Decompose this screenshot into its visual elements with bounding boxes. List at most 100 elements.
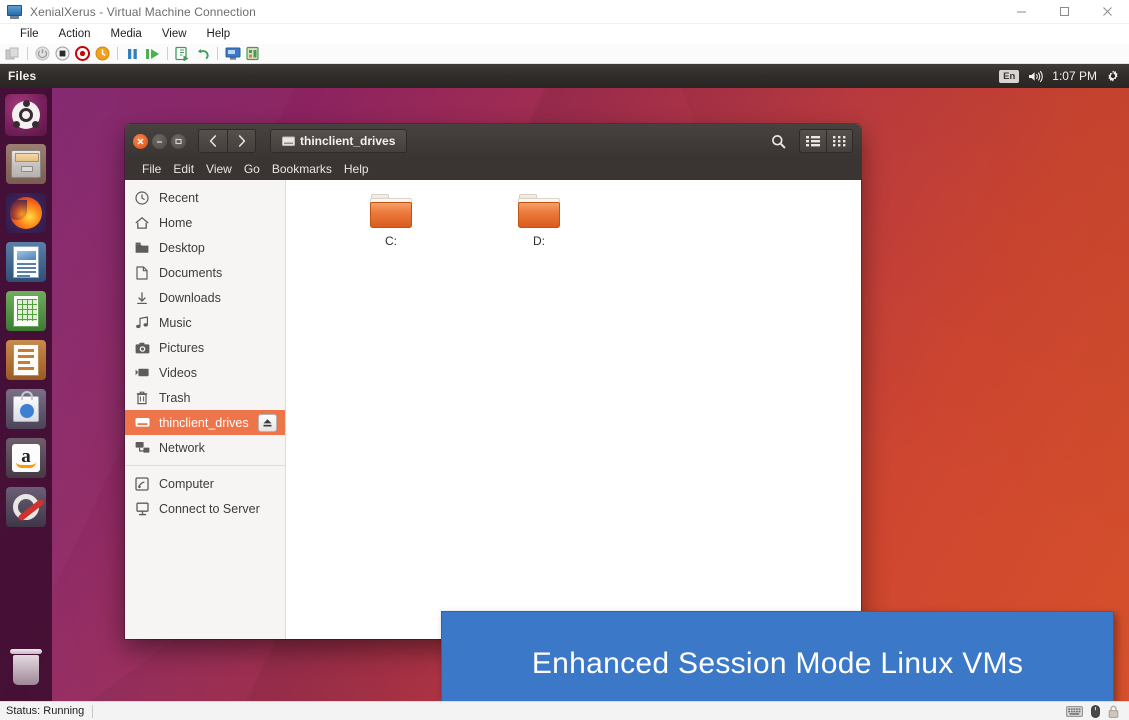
close-button[interactable] xyxy=(1086,0,1129,24)
trash-icon xyxy=(134,390,150,406)
nautilus-sidebar: Recent Home Desktop xyxy=(125,180,286,639)
clock-indicator[interactable]: 1:07 PM xyxy=(1052,69,1097,83)
enhanced-session-button[interactable] xyxy=(223,45,242,63)
start-button[interactable] xyxy=(33,45,52,63)
mouse-icon xyxy=(1091,705,1100,718)
lock-icon xyxy=(1108,705,1119,718)
sidebar-item-music[interactable]: Music xyxy=(125,310,285,335)
sidebar-item-label: Connect to Server xyxy=(159,502,260,516)
vm-menu-view[interactable]: View xyxy=(152,24,197,44)
session-gear-icon[interactable] xyxy=(1106,69,1120,83)
video-camera-icon xyxy=(134,365,150,381)
resume-button[interactable] xyxy=(143,45,162,63)
music-note-icon xyxy=(134,315,150,331)
vm-menu-media[interactable]: Media xyxy=(101,24,152,44)
sidebar-item-label: thinclient_drives xyxy=(159,416,249,430)
sidebar-item-desktop[interactable]: Desktop xyxy=(125,235,285,260)
checkpoint-button[interactable] xyxy=(173,45,192,63)
document-icon xyxy=(134,265,150,281)
network-icon xyxy=(134,440,150,456)
sidebar-item-documents[interactable]: Documents xyxy=(125,260,285,285)
sidebar-divider xyxy=(125,465,285,466)
ubuntu-dash-icon xyxy=(5,94,47,136)
sidebar-item-downloads[interactable]: Downloads xyxy=(125,285,285,310)
sidebar-item-label: Home xyxy=(159,216,192,230)
launcher-item-calc[interactable] xyxy=(5,290,47,332)
file-item-label: D: xyxy=(533,234,545,248)
desktop-folder-icon xyxy=(134,240,150,256)
revert-button[interactable] xyxy=(193,45,212,63)
launcher-item-dash[interactable] xyxy=(5,94,47,136)
nautilus-menubar: File Edit View Go Bookmarks Help xyxy=(125,158,861,180)
sidebar-item-recent[interactable]: Recent xyxy=(125,185,285,210)
grid-view-button[interactable] xyxy=(826,129,853,153)
maximize-button[interactable] xyxy=(1043,0,1086,24)
launcher-item-amazon[interactable]: a xyxy=(5,437,47,479)
launcher-item-writer[interactable] xyxy=(5,241,47,283)
pause-button[interactable] xyxy=(123,45,142,63)
eject-button[interactable] xyxy=(258,414,277,432)
vm-menu-action[interactable]: Action xyxy=(49,24,101,44)
ctrl-alt-del-button[interactable] xyxy=(3,45,22,63)
keyboard-layout-indicator[interactable]: En xyxy=(999,70,1019,83)
unity-indicators: En 1:07 PM xyxy=(999,69,1129,83)
search-button[interactable] xyxy=(765,129,792,153)
launcher-item-impress[interactable] xyxy=(5,339,47,381)
amazon-icon: a xyxy=(6,438,46,478)
list-view-button[interactable] xyxy=(799,129,826,153)
sidebar-item-videos[interactable]: Videos xyxy=(125,360,285,385)
libreoffice-writer-icon xyxy=(6,242,46,282)
sidebar-item-home[interactable]: Home xyxy=(125,210,285,235)
back-button[interactable] xyxy=(198,129,227,153)
sidebar-item-label: Downloads xyxy=(159,291,221,305)
minimize-button[interactable] xyxy=(1000,0,1043,24)
vm-menu-file[interactable]: File xyxy=(10,24,49,44)
nautilus-menu-edit[interactable]: Edit xyxy=(167,158,200,180)
nautilus-menu-view[interactable]: View xyxy=(200,158,238,180)
close-icon[interactable] xyxy=(133,134,148,149)
drive-icon xyxy=(282,136,295,147)
launcher-item-software[interactable] xyxy=(5,388,47,430)
status-divider xyxy=(92,705,93,718)
launcher-item-settings[interactable] xyxy=(5,486,47,528)
firefox-icon xyxy=(6,193,46,233)
connect-server-icon xyxy=(134,501,150,517)
sidebar-item-thinclient-drives[interactable]: thinclient_drives xyxy=(125,410,285,435)
maximize-icon[interactable] xyxy=(171,134,186,149)
file-grid: C: D: xyxy=(304,194,861,248)
sidebar-item-computer[interactable]: Computer xyxy=(125,471,285,496)
ubuntu-software-icon xyxy=(6,389,46,429)
turn-off-button[interactable] xyxy=(53,45,72,63)
file-item-d[interactable]: D: xyxy=(496,194,582,248)
vm-menu-help[interactable]: Help xyxy=(197,24,241,44)
folder-icon xyxy=(518,194,560,228)
computer-icon xyxy=(134,476,150,492)
launcher-item-firefox[interactable] xyxy=(5,192,47,234)
forward-button[interactable] xyxy=(227,129,256,153)
shut-down-button[interactable] xyxy=(73,45,92,63)
nautilus-menu-file[interactable]: File xyxy=(136,158,167,180)
launcher-item-files[interactable] xyxy=(5,143,47,185)
nautilus-headerbar: thinclient_drives xyxy=(125,124,861,158)
sidebar-item-label: Videos xyxy=(159,366,197,380)
nautilus-menu-help[interactable]: Help xyxy=(338,158,375,180)
save-state-button[interactable] xyxy=(93,45,112,63)
minimize-icon[interactable] xyxy=(152,134,167,149)
vm-window-title: XenialXerus - Virtual Machine Connection xyxy=(30,5,256,19)
sidebar-item-pictures[interactable]: Pictures xyxy=(125,335,285,360)
sidebar-item-network[interactable]: Network xyxy=(125,435,285,460)
sidebar-item-connect-to-server[interactable]: Connect to Server xyxy=(125,496,285,521)
volume-icon[interactable] xyxy=(1028,70,1043,83)
share-button[interactable] xyxy=(243,45,262,63)
file-item-c[interactable]: C: xyxy=(348,194,434,248)
nautilus-menu-bookmarks[interactable]: Bookmarks xyxy=(266,158,338,180)
sidebar-item-label: Desktop xyxy=(159,241,205,255)
libreoffice-impress-icon xyxy=(6,340,46,380)
virtual-machine-icon xyxy=(7,4,23,20)
launcher-item-trash[interactable] xyxy=(5,647,47,689)
nautilus-menu-go[interactable]: Go xyxy=(238,158,266,180)
sidebar-item-label: Recent xyxy=(159,191,199,205)
sidebar-item-trash[interactable]: Trash xyxy=(125,385,285,410)
path-bar-button[interactable]: thinclient_drives xyxy=(270,129,407,153)
nautilus-file-area[interactable]: C: D: xyxy=(286,180,861,639)
